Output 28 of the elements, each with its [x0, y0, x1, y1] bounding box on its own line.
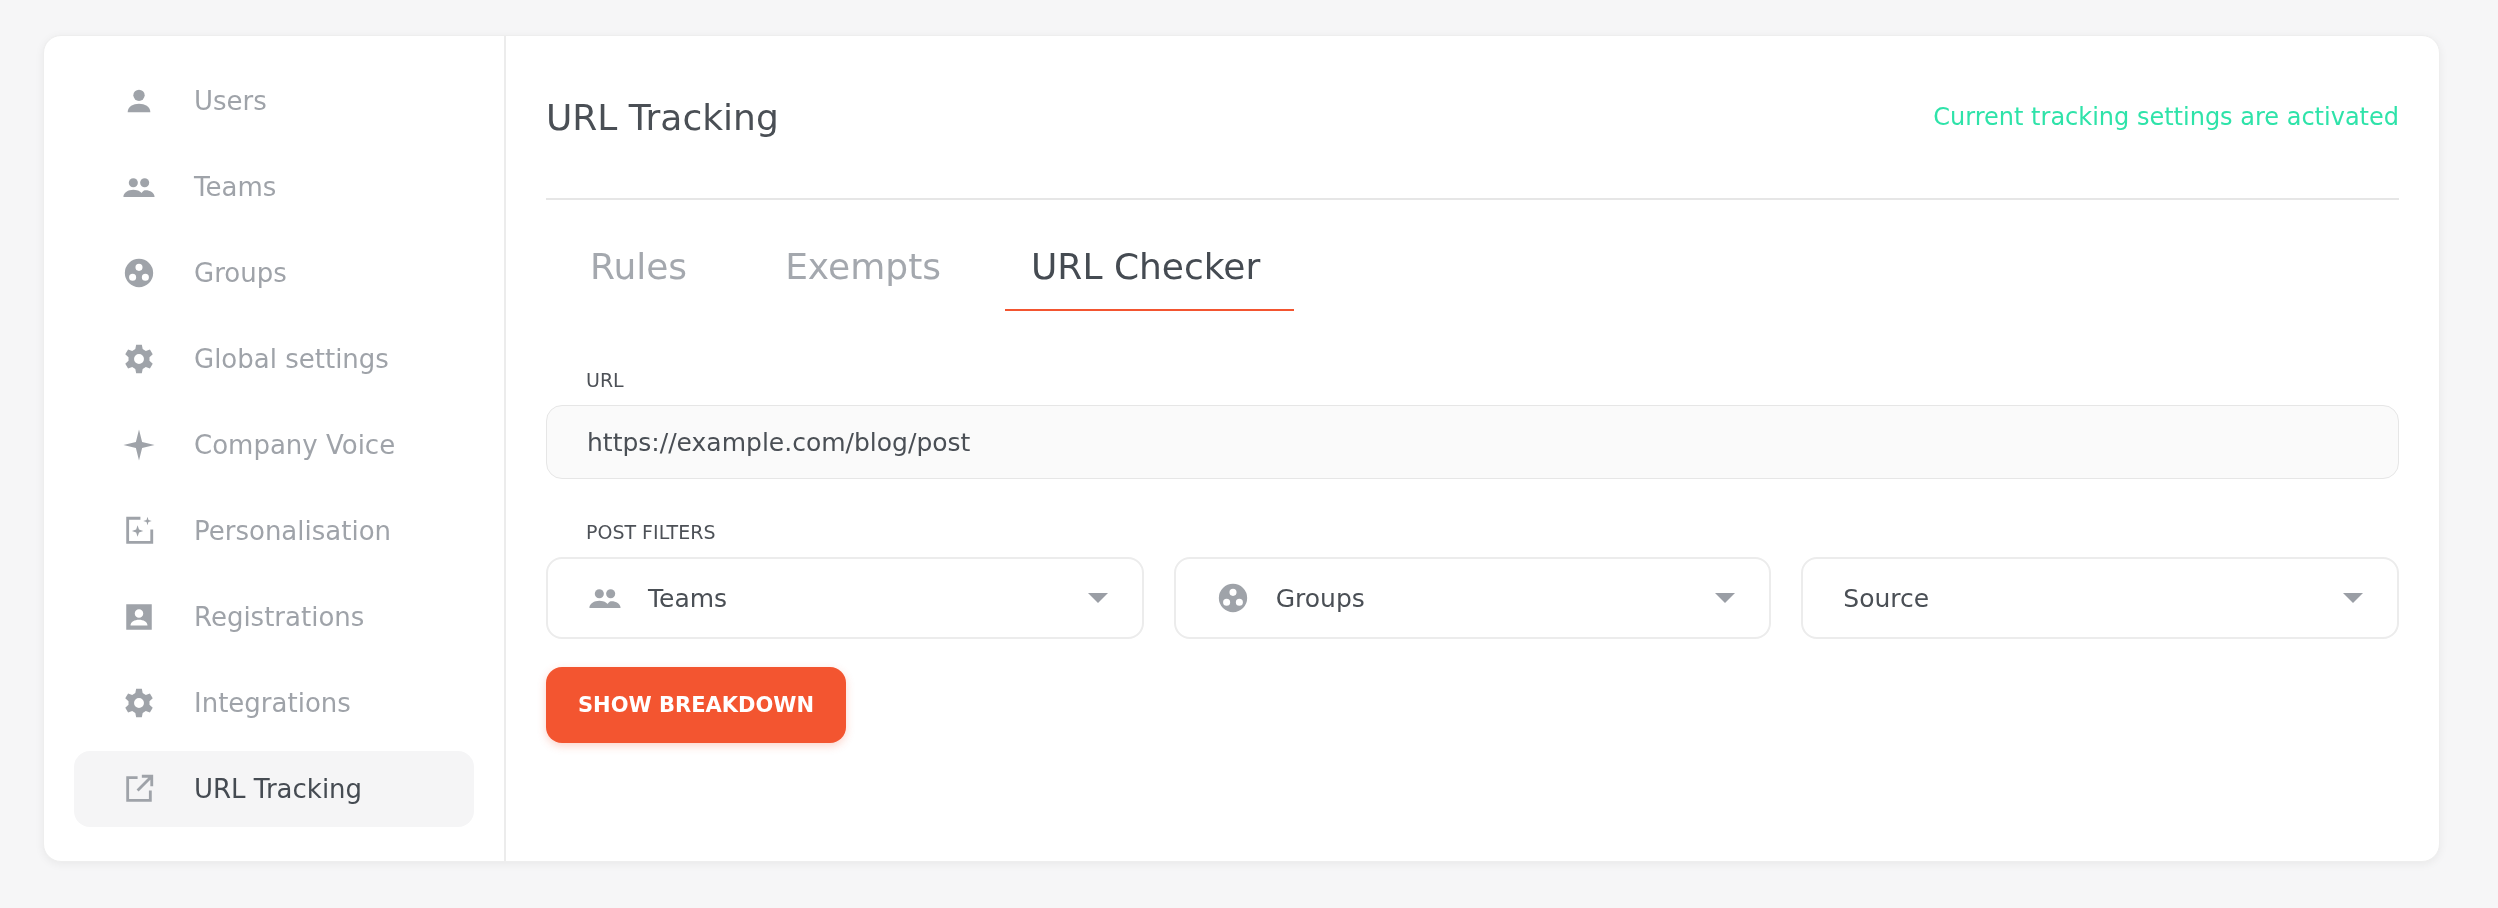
- caret-icon: [1087, 593, 1108, 603]
- sparkle-icon: [122, 428, 156, 462]
- sidebar-item[interactable]: Registrations: [74, 579, 474, 655]
- sidebar-item[interactable]: Global settings: [74, 321, 474, 397]
- show-breakdown-button[interactable]: SHOW BREAKDOWN: [546, 667, 847, 743]
- tab[interactable]: URL Checker: [1005, 228, 1295, 311]
- url-input-field[interactable]: https://example.com/blog/post: [546, 405, 2399, 479]
- filter-dropdown[interactable]: Source: [1801, 557, 2399, 639]
- tab[interactable]: Exempts: [751, 228, 975, 311]
- filter-dropdown[interactable]: Groups: [1173, 557, 1772, 639]
- filter-dropdown[interactable]: Teams: [546, 557, 1144, 639]
- tab[interactable]: Rules: [556, 228, 722, 311]
- section-label: POST FILTERS: [586, 521, 717, 543]
- sidebar-item[interactable]: Company Voice: [74, 407, 474, 483]
- status-text: Current tracking settings are activated: [1933, 103, 2399, 131]
- gear-icon: [122, 686, 156, 720]
- gear-icon: [122, 342, 156, 376]
- page-title: URL Tracking: [546, 96, 779, 138]
- sidebar-item[interactable]: Teams: [74, 149, 474, 225]
- sidebar-item[interactable]: Groups: [74, 235, 474, 311]
- caret-icon: [1715, 593, 1736, 603]
- field-label: URL: [586, 369, 625, 391]
- sidebar-item[interactable]: Users: [74, 63, 474, 139]
- sidebar-item[interactable]: Integrations: [74, 665, 474, 741]
- caret-icon: [2343, 593, 2363, 603]
- sidebar-item[interactable]: URL Tracking: [74, 751, 474, 827]
- sidebar-item[interactable]: Personalisation: [74, 493, 474, 569]
- circle-dots-icon: [122, 256, 156, 290]
